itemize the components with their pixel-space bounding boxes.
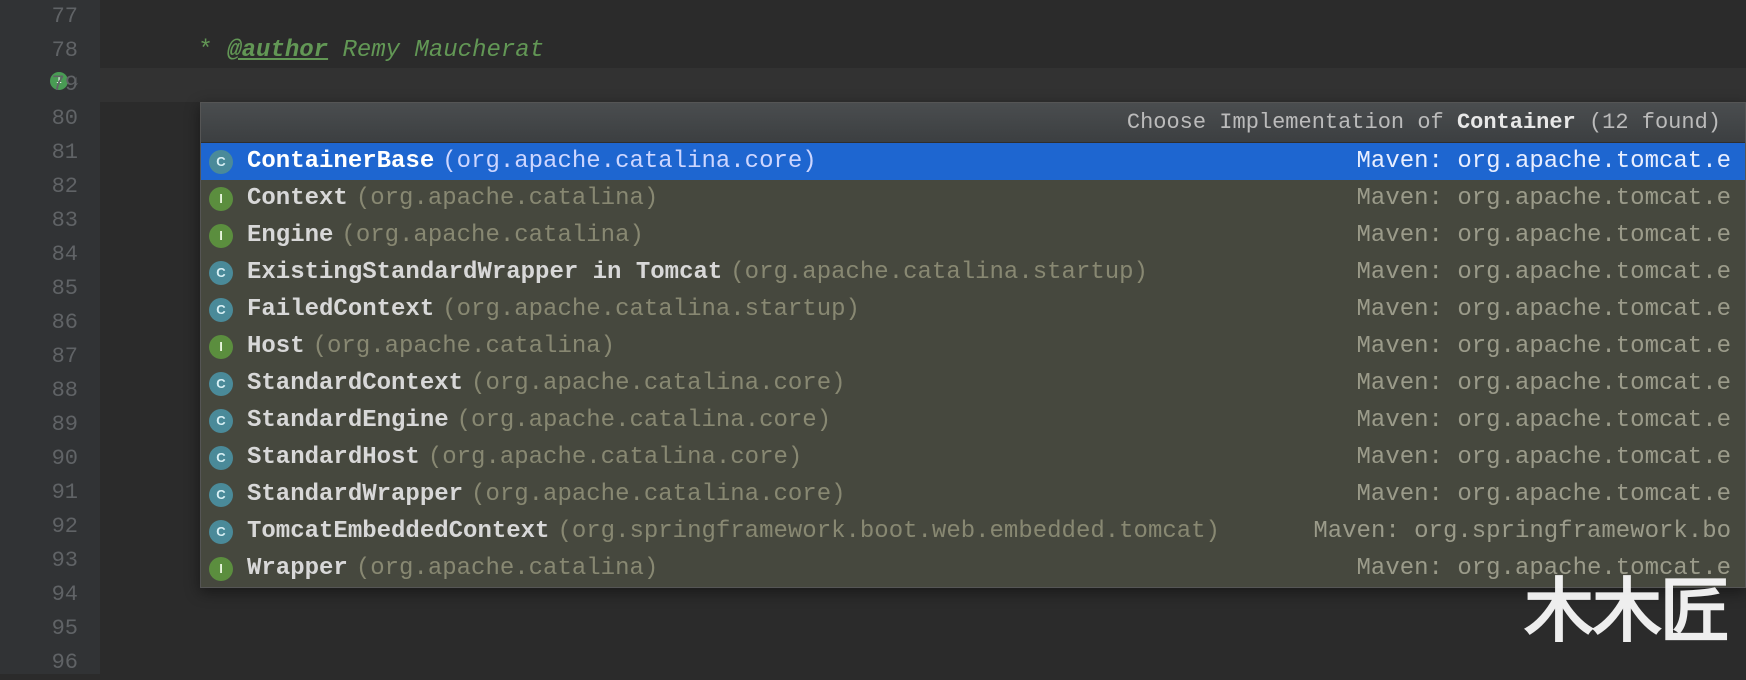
line-number: 78 (0, 34, 78, 68)
popup-item-name: TomcatEmbeddedContext (247, 513, 549, 550)
line-number: 96 (0, 646, 78, 680)
line-number: 79 (0, 68, 78, 102)
popup-item[interactable]: C StandardEngine(org.apache.catalina.core… (201, 402, 1745, 439)
popup-item-package: (org.apache.catalina.startup) (730, 254, 1148, 291)
choose-implementation-popup[interactable]: Choose Implementation of Container (12 f… (200, 102, 1746, 588)
popup-item-name: StandardContext (247, 365, 463, 402)
popup-item-package: (org.apache.catalina.core) (471, 365, 845, 402)
interface-icon: I (209, 335, 233, 359)
line-number: 84 (0, 238, 78, 272)
popup-item-source: Maven: org.apache.tomcat.e (1357, 143, 1731, 180)
popup-item[interactable]: C TomcatEmbeddedContext(org.springframewo… (201, 513, 1745, 550)
popup-item-source: Maven: org.apache.tomcat.e (1357, 180, 1731, 217)
line-number: 94 (0, 578, 78, 612)
class-icon: C (209, 446, 233, 470)
line-number: 93 (0, 544, 78, 578)
line-number: 89 (0, 408, 78, 442)
line-number: 82 (0, 170, 78, 204)
popup-item-name: StandardHost (247, 439, 420, 476)
popup-item-source: Maven: org.apache.tomcat.e (1357, 476, 1731, 513)
doc-author-name: Remy Maucherat (328, 37, 544, 64)
popup-item-package: (org.springframework.boot.web.embedded.t… (557, 513, 1220, 550)
line-number: 83 (0, 204, 78, 238)
popup-item-package: (org.apache.catalina) (356, 550, 658, 587)
popup-item-package: (org.apache.catalina.core) (471, 476, 845, 513)
doc-tag-author: @author (227, 37, 328, 64)
line-number-gutter: I ↓ 777879808182838485868788899091929394… (0, 0, 100, 674)
popup-item-package: (org.apache.catalina.startup) (442, 291, 860, 328)
popup-item-source: Maven: org.apache.tomcat.e (1357, 291, 1731, 328)
popup-item-name: Host (247, 328, 305, 365)
class-icon: C (209, 520, 233, 544)
popup-item[interactable]: C StandardWrapper(org.apache.catalina.cor… (201, 476, 1745, 513)
popup-list: CContainerBase(org.apache.catalina.core)… (201, 143, 1745, 587)
popup-item[interactable]: I Engine(org.apache.catalina) Maven: org.a… (201, 217, 1745, 254)
line-number: 80 (0, 102, 78, 136)
popup-item-name: ContainerBase (247, 143, 434, 180)
popup-item-source: Maven: org.apache.tomcat.e (1357, 328, 1731, 365)
popup-item-name: StandardEngine (247, 402, 449, 439)
doc-star: * (198, 37, 227, 64)
popup-item[interactable]: C ExistingStandardWrapper in Tomcat(org.a… (201, 254, 1745, 291)
popup-item-name: Context (247, 180, 348, 217)
line-number: 87 (0, 340, 78, 374)
class-icon: C (209, 409, 233, 433)
class-icon: C (209, 150, 233, 174)
code-line-77: * @author Remy Maucherat (100, 0, 1746, 34)
class-icon: C (209, 372, 233, 396)
line-number: 81 (0, 136, 78, 170)
popup-title-prefix: Choose Implementation of (1127, 110, 1457, 135)
popup-item-package: (org.apache.catalina.core) (457, 402, 831, 439)
popup-title: Choose Implementation of Container (12 f… (201, 103, 1745, 143)
line-number: 91 (0, 476, 78, 510)
line-number: 88 (0, 374, 78, 408)
popup-item[interactable]: I Context(org.apache.catalina) Maven: org.… (201, 180, 1745, 217)
popup-item-source: Maven: org.apache.tomcat.e (1357, 217, 1731, 254)
popup-item-source: Maven: org.apache.tomcat.e (1357, 402, 1731, 439)
class-icon: C (209, 298, 233, 322)
editor-area: I ↓ 777879808182838485868788899091929394… (0, 0, 1746, 674)
popup-item-name: Wrapper (247, 550, 348, 587)
popup-item-package: (org.apache.catalina.core) (442, 143, 816, 180)
class-icon: C (209, 261, 233, 285)
popup-item[interactable]: C FailedContext(org.apache.catalina.start… (201, 291, 1745, 328)
popup-item[interactable]: I Host(org.apache.catalina) Maven: org.apa… (201, 328, 1745, 365)
popup-item-package: (org.apache.catalina) (341, 217, 643, 254)
popup-item-source: Maven: org.springframework.bo (1313, 513, 1731, 550)
popup-item[interactable]: C StandardContext(org.apache.catalina.cor… (201, 365, 1745, 402)
line-number: 86 (0, 306, 78, 340)
popup-item-name: Engine (247, 217, 333, 254)
interface-icon: I (209, 557, 233, 581)
popup-item[interactable]: C StandardHost(org.apache.catalina.core) M… (201, 439, 1745, 476)
code-area[interactable]: * @author Remy Maucherat public interfac… (100, 0, 1746, 674)
popup-item-package: (org.apache.catalina.core) (428, 439, 802, 476)
popup-item[interactable]: C ContainerBase(org.apache.catalina.core)… (201, 143, 1745, 180)
line-number: 85 (0, 272, 78, 306)
line-number: 95 (0, 612, 78, 646)
popup-item-package: (org.apache.catalina) (356, 180, 658, 217)
popup-item-name: ExistingStandardWrapper in Tomcat (247, 254, 722, 291)
class-icon: C (209, 483, 233, 507)
popup-item[interactable]: I Wrapper(org.apache.catalina) Maven: org.… (201, 550, 1745, 587)
popup-title-class: Container (1457, 110, 1576, 135)
interface-icon: I (209, 224, 233, 248)
popup-item-source: Maven: org.apache.tomcat.e (1357, 439, 1731, 476)
line-number: 92 (0, 510, 78, 544)
interface-icon: I (209, 187, 233, 211)
popup-title-suffix: (12 found) (1576, 110, 1721, 135)
line-number: 90 (0, 442, 78, 476)
popup-item-source: Maven: org.apache.tomcat.e (1357, 550, 1731, 587)
popup-item-package: (org.apache.catalina) (313, 328, 615, 365)
popup-item-name: StandardWrapper (247, 476, 463, 513)
popup-item-source: Maven: org.apache.tomcat.e (1357, 254, 1731, 291)
popup-item-name: FailedContext (247, 291, 434, 328)
line-number: 77 (0, 0, 78, 34)
popup-item-source: Maven: org.apache.tomcat.e (1357, 365, 1731, 402)
code-line-79: public interface Container extends Lifec… (100, 68, 1746, 102)
